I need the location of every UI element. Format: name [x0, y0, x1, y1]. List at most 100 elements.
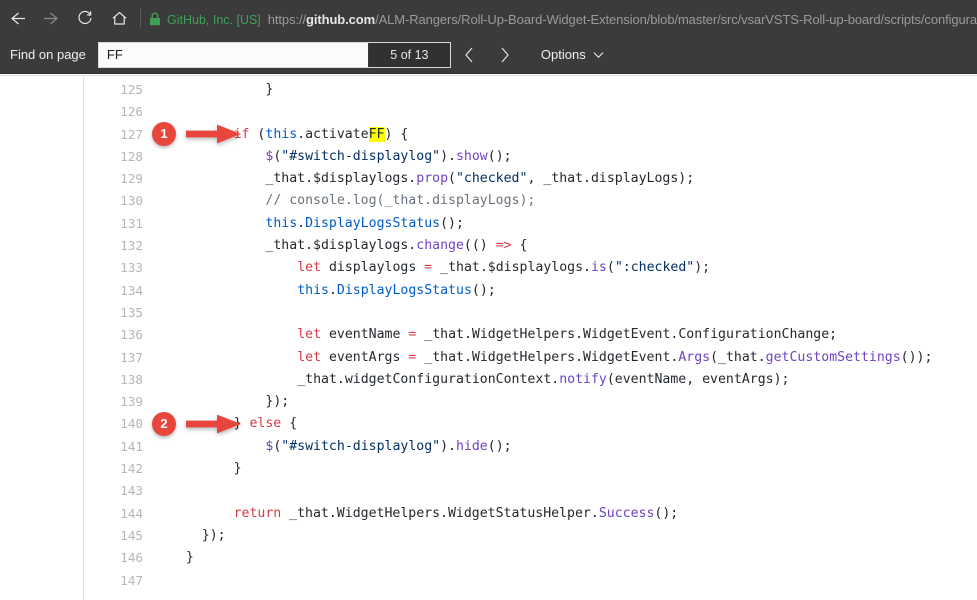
code-line-source: }); [202, 525, 226, 547]
code-line: 136 let eventName = _that.WidgetHelpers.W… [0, 324, 977, 346]
line-number: 145 [95, 525, 143, 547]
code-token: ()); [901, 350, 933, 365]
code-token: (); [472, 283, 496, 298]
code-token: getCustomSettings [766, 350, 901, 365]
code-token: let [297, 260, 321, 275]
refresh-button[interactable] [68, 1, 102, 35]
line-number: 140 [95, 413, 143, 435]
code-token: .activate [297, 127, 368, 142]
find-on-page-bar: Find on page 5 of 13 Options [0, 36, 977, 74]
code-token: ( [607, 260, 615, 275]
line-number: 131 [95, 213, 143, 235]
code-token: this [265, 127, 297, 142]
code-line: 132_that.$displaylogs.change(() => { [0, 235, 977, 257]
code-token: eventArgs [321, 350, 408, 365]
code-token: _that.WidgetHelpers.WidgetStatusHelper. [281, 506, 599, 521]
code-line: 125} [0, 79, 977, 101]
line-number: 146 [95, 547, 143, 569]
code-token: is [591, 260, 607, 275]
code-line-source: _that.widgetConfigurationContext.notify(… [297, 369, 789, 391]
code-token: DisplayLogsStatus [337, 283, 472, 298]
code-token: }); [202, 528, 226, 543]
code-line-source: $("#switch-displaylog").hide(); [265, 436, 511, 458]
line-number: 138 [95, 369, 143, 391]
browser-window: GitHub, Inc. [US] https://github.com/ALM… [0, 0, 977, 600]
code-token: Args [678, 350, 710, 365]
code-line-source: _that.$displaylogs.change(() => { [265, 235, 527, 257]
code-token: "#switch-displaylog" [281, 439, 440, 454]
code-token: prop [416, 171, 448, 186]
code-token: this [297, 283, 329, 298]
code-token: }); [265, 394, 289, 409]
line-number: 135 [95, 302, 143, 324]
code-token: => [496, 238, 512, 253]
code-token: ). [440, 149, 456, 164]
padlock-icon [149, 12, 161, 26]
find-options-button[interactable]: Options [541, 47, 604, 62]
site-identity: GitHub, Inc. [US] [167, 13, 261, 27]
code-line: 126 [0, 101, 977, 123]
page-content: 125}126127if (this.activateFF) {128$("#s… [0, 75, 977, 600]
toolbar-divider [140, 8, 141, 28]
code-viewer[interactable]: 125}126127if (this.activateFF) {128$("#s… [0, 79, 977, 592]
code-token: "#switch-displaylog" [281, 149, 440, 164]
code-token: _that.WidgetHelpers.WidgetEvent.Configur… [416, 327, 837, 342]
line-number: 136 [95, 324, 143, 346]
code-token: "checked" [456, 171, 527, 186]
code-token: . [329, 283, 337, 298]
code-token: (() [464, 238, 496, 253]
address-bar[interactable]: GitHub, Inc. [US] https://github.com/ALM… [149, 10, 977, 27]
code-token: notify [559, 372, 607, 387]
code-token: (); [654, 506, 678, 521]
code-token: ":checked" [615, 260, 694, 275]
forward-button[interactable] [34, 1, 68, 35]
code-line: 139}); [0, 391, 977, 413]
code-token: _that.$displaylogs. [265, 238, 416, 253]
code-line-source: let eventName = _that.WidgetHelpers.Widg… [297, 324, 837, 346]
line-number: 125 [95, 79, 143, 101]
code-token: (_that. [710, 350, 766, 365]
code-token: } [234, 416, 250, 431]
find-previous-button[interactable] [451, 36, 487, 74]
code-token: else [249, 416, 281, 431]
find-match-count: 5 of 13 [368, 43, 450, 67]
code-token: DisplayLogsStatus [305, 216, 440, 231]
back-button[interactable] [0, 1, 34, 35]
code-token: Success [599, 506, 655, 521]
code-token: ). [440, 439, 456, 454]
line-number: 130 [95, 190, 143, 212]
code-line-source: } else { [234, 413, 298, 435]
home-button[interactable] [102, 1, 136, 35]
code-line-source: let eventArgs = _that.WidgetHelpers.Widg… [297, 347, 932, 369]
code-line: 135 [0, 302, 977, 324]
code-token: ( [249, 127, 265, 142]
code-token: (); [440, 216, 464, 231]
search-match-highlight: FF [369, 127, 385, 142]
code-token: _that.$displaylogs. [432, 260, 591, 275]
code-line: 147 [0, 570, 977, 592]
line-number: 127 [95, 124, 143, 146]
code-token: _that.$displaylogs. [265, 171, 416, 186]
code-token: hide [456, 439, 488, 454]
code-token: } [186, 550, 194, 565]
code-line-source: }); [265, 391, 289, 413]
find-input[interactable] [99, 43, 368, 67]
code-token: this [265, 216, 297, 231]
code-line: 142} [0, 458, 977, 480]
find-next-button[interactable] [487, 36, 523, 74]
code-token: change [416, 238, 464, 253]
code-token: } [265, 82, 273, 97]
code-line: 138 _that.widgetConfigurationContext.noti… [0, 369, 977, 391]
code-token: let [297, 327, 321, 342]
code-line-source: return _that.WidgetHelpers.WidgetStatusH… [234, 503, 679, 525]
code-line-source: this.DisplayLogsStatus(); [265, 213, 464, 235]
code-token: ( [448, 171, 456, 186]
code-line-source: } [186, 547, 194, 569]
code-token: ) { [385, 127, 409, 142]
chevron-down-icon [593, 47, 604, 62]
browser-toolbar: GitHub, Inc. [US] https://github.com/ALM… [0, 0, 977, 36]
code-token: (); [488, 149, 512, 164]
code-line-source: } [234, 458, 242, 480]
code-token: . [297, 216, 305, 231]
code-token: (eventName, eventArgs); [607, 372, 790, 387]
